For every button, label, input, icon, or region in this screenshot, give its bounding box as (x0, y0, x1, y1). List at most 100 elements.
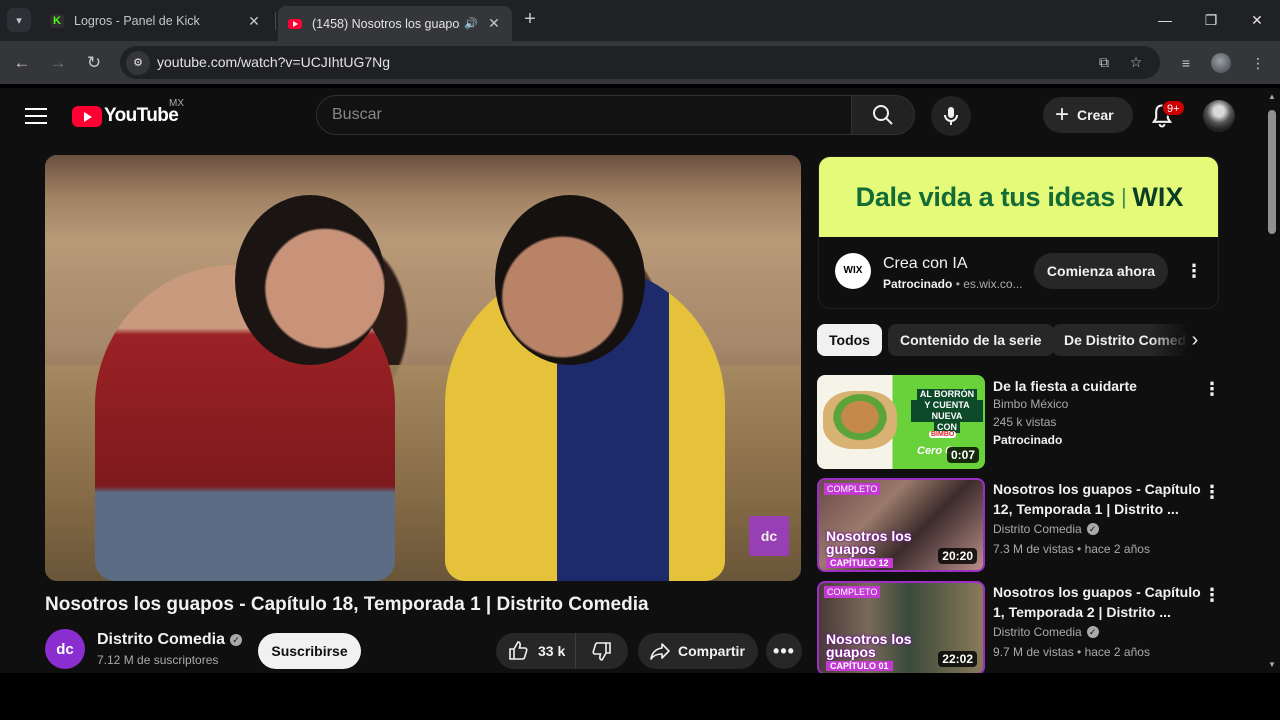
minimize-window-button[interactable]: — (1150, 8, 1180, 32)
media-controls-icon[interactable]: ≡ (1175, 53, 1197, 75)
tab-search-button[interactable]: ▾ (7, 8, 31, 32)
search-icon (873, 105, 893, 125)
share-button[interactable]: Compartir (638, 633, 758, 669)
video-frame-head-left (235, 195, 385, 365)
close-tab-icon[interactable]: ✕ (246, 13, 262, 30)
chip-contenido-serie[interactable]: Contenido de la serie (888, 324, 1054, 356)
ad-more-options-icon[interactable]: ⋮ (1185, 257, 1203, 285)
close-window-button[interactable]: ✕ (1242, 8, 1272, 32)
dislike-button[interactable] (576, 633, 628, 669)
subscribe-button[interactable]: Suscribirse (258, 633, 361, 669)
channel-avatar[interactable]: dc (45, 629, 85, 669)
verified-check-icon: ✓ (1086, 626, 1099, 638)
like-dislike-group: 33 k (496, 633, 628, 669)
more-options-icon[interactable]: ⋮ (1203, 377, 1221, 401)
ad-domain: es.wix.co... (963, 277, 1023, 291)
list-item[interactable]: COMPLETO Nosotros los guapos CAPÍTULO 12… (817, 478, 1237, 573)
channel-name-block[interactable]: Distrito Comedia ✓ (97, 631, 243, 649)
rec-title[interactable]: De la fiesta a cuidarte (993, 376, 1213, 396)
site-info-icon[interactable]: ⚙ (126, 51, 150, 75)
youtube-logo[interactable]: YouTube MX (72, 98, 184, 127)
search-button[interactable] (851, 95, 915, 135)
scroll-up-icon[interactable]: ▲ (1268, 92, 1276, 101)
bookmark-star-icon[interactable]: ☆ (1126, 52, 1146, 72)
page-scrollbar[interactable]: ▲ ▼ (1264, 88, 1280, 673)
account-avatar[interactable] (1203, 100, 1235, 132)
channel-name[interactable]: Distrito Comedia (97, 631, 225, 648)
ad-banner[interactable]: Dale vida a tus ideas | WIX (819, 157, 1218, 237)
like-count: 33 k (538, 643, 566, 659)
video-duration: 20:20 (938, 548, 977, 564)
search-box[interactable] (316, 95, 852, 135)
youtube-favicon-icon (288, 18, 302, 29)
thumbnail-overlay-chapter: CAPÍTULO 01 (826, 661, 893, 671)
logo-text: YouTube (104, 105, 179, 126)
voice-search-button[interactable] (931, 96, 971, 136)
browser-menu-icon[interactable]: ⋮ (1247, 53, 1269, 75)
thumbnail-overlay-chapter: CAPÍTULO 12 (826, 558, 893, 568)
back-arrow-icon[interactable]: ← (9, 50, 35, 76)
like-button[interactable]: 33 k (496, 633, 576, 669)
restore-window-button[interactable]: ❐ (1196, 8, 1226, 32)
ad-title[interactable]: Crea con IA (883, 255, 967, 273)
ad-cta-button[interactable]: Comienza ahora (1034, 253, 1168, 289)
thumbs-down-icon (592, 642, 611, 661)
rec-title[interactable]: Nosotros los guapos - Capítulo 1, Tempor… (993, 582, 1213, 622)
chevron-right-icon[interactable]: › (1183, 328, 1207, 352)
sandwich-image (823, 391, 897, 449)
verified-check-icon: ✓ (1086, 523, 1099, 535)
video-player[interactable]: dc (45, 155, 801, 581)
notifications-badge: 9+ (1162, 100, 1185, 116)
sponsored-ad-card[interactable]: Dale vida a tus ideas | WIX WIX Crea con… (818, 156, 1219, 309)
menu-icon[interactable] (25, 105, 47, 127)
close-tab-icon[interactable]: ✕ (486, 15, 502, 32)
scroll-thumb[interactable] (1268, 110, 1276, 234)
speaker-icon[interactable]: 🔊 (464, 17, 478, 30)
video-thumbnail[interactable]: COMPLETO Nosotros los guapos CAPÍTULO 12… (817, 478, 985, 572)
more-actions-button[interactable]: ••• (766, 633, 802, 669)
rec-views: 7.3 M de vistas • hace 2 años (993, 542, 1150, 556)
rec-channel-block[interactable]: Distrito Comedia ✓ (993, 522, 1099, 536)
rec-channel[interactable]: Bimbo México (993, 397, 1068, 411)
address-bar[interactable]: ⚙ youtube.com/watch?v=UCJIhtUG7Ng ⧉ ☆ (120, 46, 1160, 79)
create-button[interactable]: + Crear (1043, 97, 1133, 133)
install-app-icon[interactable]: ⧉ (1094, 52, 1114, 72)
sponsored-label: Patrocinado (883, 277, 953, 291)
channel-watermark-logo: dc (749, 516, 789, 556)
reload-icon[interactable]: ↻ (81, 50, 107, 76)
search-input[interactable] (317, 96, 851, 134)
thumb-text-line: Y CUENTA NUEVA (911, 400, 983, 422)
browser-toolbar: ← → ↻ ⚙ youtube.com/watch?v=UCJIhtUG7Ng … (0, 41, 1280, 84)
new-tab-button[interactable]: + (519, 9, 541, 31)
create-label: Crear (1077, 107, 1114, 123)
browser-tab-youtube[interactable]: (1458) Nosotros los guapos 🔊 ✕ (278, 6, 512, 41)
scroll-down-icon[interactable]: ▼ (1268, 660, 1276, 669)
browser-profile-avatar[interactable] (1211, 53, 1231, 73)
rec-sponsored-label: Patrocinado (993, 433, 1063, 447)
rec-views: 9.7 M de vistas • hace 2 años (993, 645, 1150, 659)
video-frame-wall (45, 155, 801, 195)
ad-sponsor-line: Patrocinado • es.wix.co... (883, 277, 1023, 291)
microphone-icon (944, 107, 958, 125)
browser-tab-kick[interactable]: K Logros - Panel de Kick ✕ (40, 6, 272, 36)
thumbnail-overlay-title: Nosotros los guapos (826, 631, 912, 660)
plus-icon: + (1055, 101, 1070, 128)
list-item[interactable]: AL BORRÓN Y CUENTA NUEVA CON BIMBO Cero … (817, 375, 1237, 470)
rec-channel-block[interactable]: Distrito Comedia ✓ (993, 625, 1099, 639)
rec-title[interactable]: Nosotros los guapos - Capítulo 12, Tempo… (993, 479, 1213, 519)
video-thumbnail[interactable]: COMPLETO Nosotros los guapos CAPÍTULO 01… (817, 581, 985, 673)
more-options-icon[interactable]: ⋮ (1203, 583, 1221, 607)
url-text[interactable]: youtube.com/watch?v=UCJIhtUG7Ng (157, 54, 390, 70)
rec-channel[interactable]: Distrito Comedia (993, 522, 1082, 536)
tab-title: (1458) Nosotros los guapos (312, 16, 461, 31)
advertiser-logo[interactable]: WIX (835, 253, 871, 289)
forward-arrow-icon[interactable]: → (45, 50, 71, 76)
chip-todos[interactable]: Todos (817, 324, 882, 356)
list-item[interactable]: COMPLETO Nosotros los guapos CAPÍTULO 01… (817, 581, 1237, 673)
subscriber-count: 7.12 M de suscriptores (97, 653, 219, 667)
thumbnail-tag: COMPLETO (824, 586, 881, 598)
rec-views: 245 k vistas (993, 415, 1057, 429)
video-thumbnail[interactable]: AL BORRÓN Y CUENTA NUEVA CON BIMBO Cero … (817, 375, 985, 469)
more-options-icon[interactable]: ⋮ (1203, 480, 1221, 504)
rec-channel[interactable]: Distrito Comedia (993, 625, 1082, 639)
